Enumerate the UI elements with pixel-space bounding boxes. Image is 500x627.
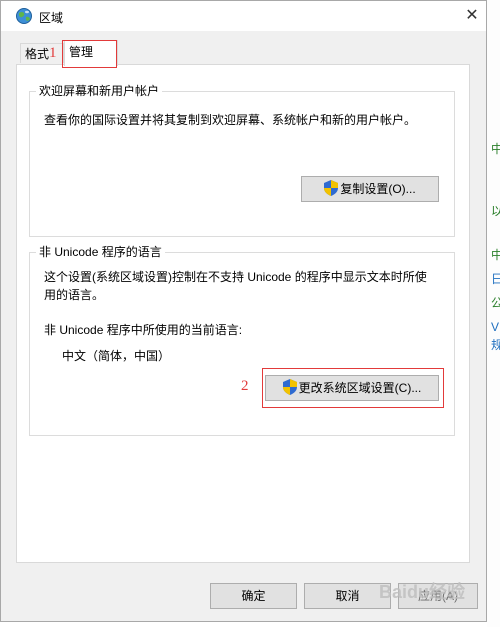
non-unicode-description-line2: 用的语言。 <box>44 288 105 302</box>
ok-button-label: 确定 <box>241 589 266 603</box>
background-char: 日 <box>491 272 500 286</box>
welcome-group-title: 欢迎屏幕和新用户帐户 <box>36 83 163 99</box>
copy-settings-button[interactable]: 复制设置(O)... <box>301 176 439 202</box>
window-title: 区域 <box>39 11 64 25</box>
administrative-panel: 欢迎屏幕和新用户帐户 查看你的国际设置并将其复制到欢迎屏幕、系统帐户和新的用户帐… <box>16 64 470 563</box>
background-char: 中 <box>491 142 500 156</box>
background-char: V <box>491 320 500 334</box>
background-char: 以 <box>491 204 500 218</box>
cancel-button-label: 取消 <box>335 589 360 603</box>
background-char: 规 <box>491 338 500 352</box>
non-unicode-group: 非 Unicode 程序的语言 这个设置(系统区域设置)控制在不支持 Unico… <box>29 244 455 436</box>
uac-shield-icon <box>324 180 339 196</box>
non-unicode-description-line1: 这个设置(系统区域设置)控制在不支持 Unicode 的程序中显示文本时所使 <box>44 270 427 284</box>
close-icon[interactable]: ✕ <box>459 3 485 29</box>
background-char: 公 <box>491 296 500 310</box>
background-char: 中 <box>491 248 500 262</box>
cancel-button[interactable]: 取消 <box>304 583 391 609</box>
welcome-screen-group: 欢迎屏幕和新用户帐户 查看你的国际设置并将其复制到欢迎屏幕、系统帐户和新的用户帐… <box>29 83 455 237</box>
ok-button[interactable]: 确定 <box>210 583 297 609</box>
uac-shield-icon <box>282 379 297 395</box>
copy-settings-label: 复制设置(O)... <box>340 182 416 196</box>
apply-button[interactable]: 应用(A) <box>398 583 478 609</box>
change-system-locale-label: 更改系统区域设置(C)... <box>298 381 422 395</box>
tab-bar: 格式 管理 <box>1 31 486 66</box>
annotation-number-2: 2 <box>241 378 249 394</box>
globe-region-icon <box>15 7 33 25</box>
tab-format-label: 格式 <box>25 47 50 61</box>
background-window-edge <box>487 0 500 627</box>
apply-button-label: 应用(A) <box>418 589 458 603</box>
tab-administrative[interactable]: 管理 <box>64 40 118 66</box>
non-unicode-group-title: 非 Unicode 程序的语言 <box>36 244 165 260</box>
region-dialog: 区域 ✕ 格式 管理 欢迎屏幕和新用户帐户 查看你的国际设置并将其复制到欢迎屏幕… <box>0 0 487 622</box>
tab-format[interactable]: 格式 <box>20 43 64 63</box>
change-system-locale-button[interactable]: 更改系统区域设置(C)... <box>265 375 439 401</box>
title-bar: 区域 ✕ <box>1 1 486 31</box>
current-language-label: 非 Unicode 程序中所使用的当前语言: <box>44 323 243 337</box>
current-language-value: 中文（简体，中国） <box>62 349 171 363</box>
tab-administrative-label: 管理 <box>69 45 94 59</box>
welcome-description: 查看你的国际设置并将其复制到欢迎屏幕、系统帐户和新的用户帐户。 <box>44 113 417 127</box>
annotation-number-1: 1 <box>49 45 57 61</box>
